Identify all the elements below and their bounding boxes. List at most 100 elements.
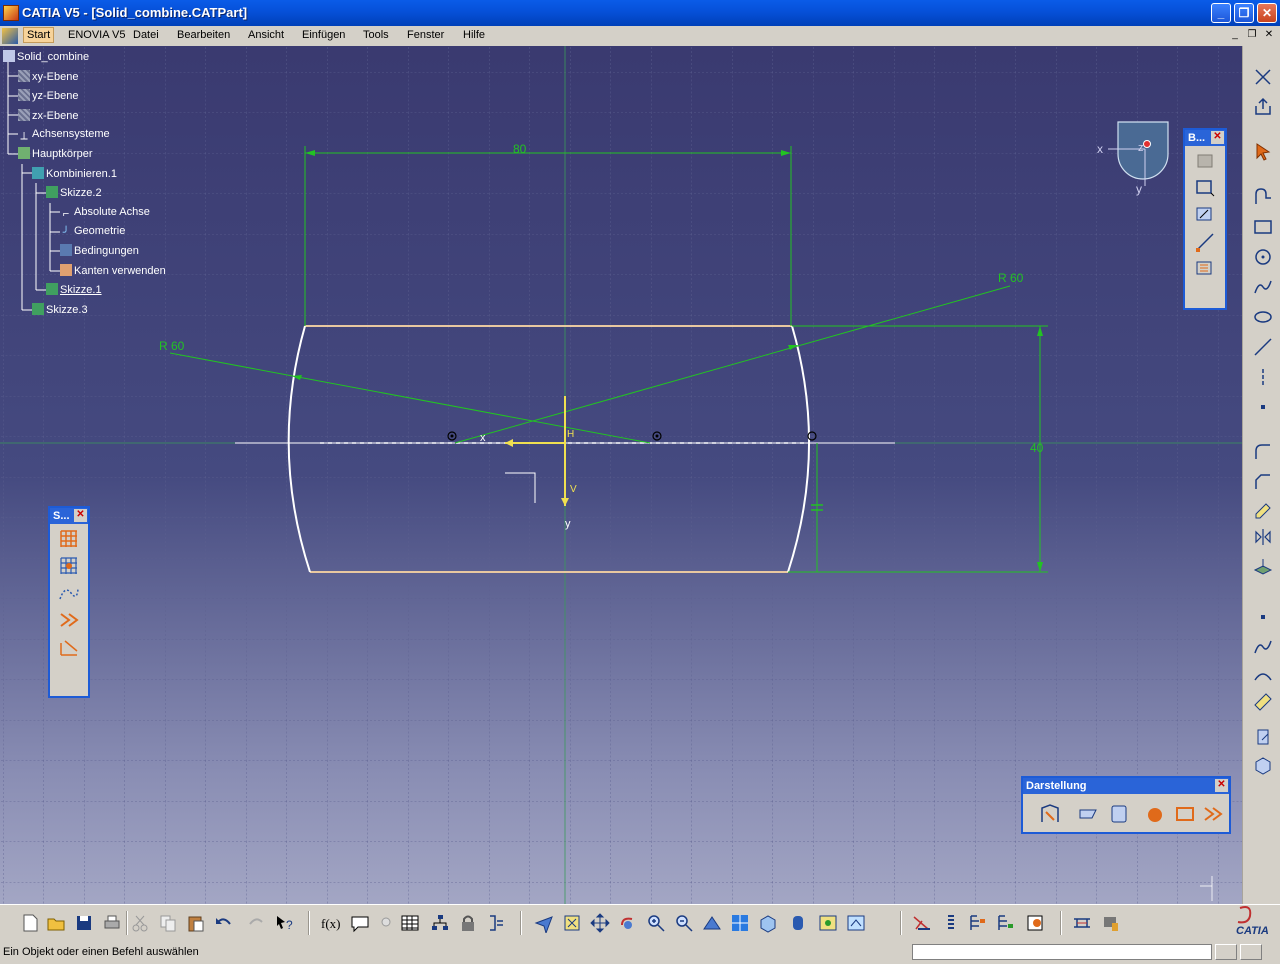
cut-icon[interactable] (130, 913, 150, 933)
close-icon[interactable]: ✕ (1215, 779, 1228, 792)
axis-icon[interactable] (1193, 203, 1217, 227)
menu-tools[interactable]: Tools (363, 29, 389, 41)
point-icon[interactable] (1252, 606, 1274, 628)
menu-bearbeiten[interactable]: Bearbeiten (177, 29, 230, 41)
rectangle-icon[interactable] (1252, 216, 1274, 238)
menu-einfuegen[interactable]: Einfügen (302, 29, 345, 41)
compass-handle[interactable] (1143, 140, 1151, 148)
new-document-icon[interactable] (20, 913, 40, 933)
comment-icon[interactable] (350, 913, 370, 933)
profile-icon[interactable] (1252, 186, 1274, 208)
construction-element-icon[interactable] (57, 581, 81, 605)
doc-minimize-button[interactable]: _ (1228, 29, 1242, 42)
normal-view-icon[interactable] (1252, 726, 1274, 748)
close-button[interactable]: ✕ (1257, 3, 1277, 23)
exit-workbench-icon[interactable] (1252, 96, 1274, 118)
toolbar-header[interactable]: Darstellung ✕ (1023, 778, 1229, 794)
copy-icon[interactable] (158, 913, 178, 933)
circle-icon[interactable] (1252, 246, 1274, 268)
pan-icon[interactable] (590, 913, 610, 933)
tree-item-zx-plane[interactable]: zx-Ebene (18, 109, 78, 122)
sketch-analysis-icon[interactable] (912, 913, 932, 933)
status-button-1[interactable] (1215, 944, 1237, 960)
radius-left-label[interactable]: R 60 (159, 339, 184, 353)
project-3d-elements-icon[interactable] (1252, 556, 1274, 578)
maximize-button[interactable]: ❐ (1234, 3, 1254, 23)
normal-view-icon[interactable] (702, 913, 722, 933)
view-cube-icon[interactable] (758, 913, 778, 933)
formula-icon[interactable]: f(x) (320, 913, 340, 933)
mirror-icon[interactable] (1252, 526, 1274, 548)
equation-icon[interactable] (486, 913, 506, 933)
snap-to-point-icon[interactable] (57, 554, 81, 578)
tree-item-sketch1[interactable]: Skizze.1 (46, 283, 102, 296)
table-icon[interactable] (400, 913, 420, 933)
tree-root[interactable]: Solid_combine (3, 50, 89, 63)
cut-part-by-plane-icon[interactable] (1076, 802, 1100, 826)
tree-item-yz-plane[interactable]: yz-Ebene (18, 89, 78, 102)
document-icon[interactable] (2, 28, 18, 44)
view-cube-icon[interactable] (1252, 754, 1274, 776)
trim-icon[interactable] (1252, 498, 1274, 520)
corner-icon[interactable] (1252, 441, 1274, 463)
menu-enovia[interactable]: ENOVIA V5 (68, 29, 125, 41)
command-input[interactable] (912, 944, 1212, 960)
menu-fenster[interactable]: Fenster (407, 29, 444, 41)
shading-icon[interactable] (788, 913, 808, 933)
tree-item-axis-systems[interactable]: ⟂ Achsensysteme (18, 128, 109, 142)
multi-view-icon[interactable] (730, 913, 750, 933)
line-icon[interactable] (1252, 336, 1274, 358)
3d-viewport[interactable]: 80 40 R 60 R 60 H V x y x y z Solid_comb… (0, 46, 1242, 904)
geometrical-constraints-icon[interactable] (57, 608, 81, 632)
open-folder-icon[interactable] (46, 913, 66, 933)
knowledge-icon[interactable] (430, 913, 450, 933)
close-icon[interactable]: ✕ (1211, 131, 1224, 144)
menu-start[interactable]: Start (23, 27, 55, 43)
chamfer-icon[interactable] (1252, 471, 1274, 493)
dim-height-label[interactable]: 40 (1030, 441, 1043, 455)
zoom-in-icon[interactable] (646, 913, 666, 933)
arc-icon[interactable] (1252, 664, 1274, 686)
axis-icon[interactable] (1252, 366, 1274, 388)
zoom-out-icon[interactable] (674, 913, 694, 933)
status-button-2[interactable] (1240, 944, 1262, 960)
properties-icon[interactable] (1026, 913, 1046, 933)
menu-datei[interactable]: Datei (133, 29, 159, 41)
toolbar-header[interactable]: S... ✕ (50, 508, 88, 524)
tree-item-sketch2[interactable]: Skizze.2 (46, 186, 102, 199)
redo-icon[interactable] (246, 913, 266, 933)
tree-item-absolute-axis[interactable]: ⌐ Absolute Achse (60, 206, 150, 220)
sketch-view-icon[interactable] (1038, 802, 1062, 826)
tree-item-use-edges[interactable]: Kanten verwenden (60, 264, 166, 277)
tree-item-main-body[interactable]: Hauptkörper (18, 147, 93, 160)
fly-mode-icon[interactable] (534, 913, 554, 933)
tree-item-sketch3[interactable]: Skizze.3 (32, 303, 88, 316)
undo-icon[interactable] (214, 913, 234, 933)
radius-right-label[interactable]: R 60 (998, 271, 1023, 285)
dim-width-label[interactable]: 80 (513, 142, 526, 156)
sketcher-icon[interactable] (1252, 66, 1274, 88)
tree-item-geometry[interactable]: ╯ Geometrie (60, 225, 126, 239)
menu-ansicht[interactable]: Ansicht (248, 29, 284, 41)
lock-icon[interactable] (458, 913, 478, 933)
profile-icon[interactable] (1193, 149, 1217, 173)
point-icon[interactable] (1252, 396, 1274, 418)
measure-item-icon[interactable] (1100, 913, 1120, 933)
whats-this-icon[interactable]: ? (274, 913, 294, 933)
tree-expand-icon[interactable] (996, 913, 1016, 933)
menu-hilfe[interactable]: Hilfe (463, 29, 485, 41)
doc-close-button[interactable]: ✕ (1262, 29, 1276, 42)
line-icon[interactable] (1193, 257, 1217, 281)
dimensional-constraints-icon[interactable] (57, 635, 81, 659)
rectangle-icon[interactable] (1193, 176, 1217, 200)
hide-show-icon[interactable] (818, 913, 838, 933)
spline-icon[interactable] (1252, 636, 1274, 658)
visualization-icon[interactable] (1107, 802, 1131, 826)
paste-icon[interactable] (186, 913, 206, 933)
dimensional-display-icon[interactable] (1173, 802, 1197, 826)
ruler-icon[interactable] (1252, 691, 1274, 713)
diagnosis-icon[interactable] (1143, 802, 1167, 826)
spline-icon[interactable] (1252, 276, 1274, 298)
minimize-button[interactable]: _ (1211, 3, 1231, 23)
list-icon[interactable] (940, 913, 960, 933)
